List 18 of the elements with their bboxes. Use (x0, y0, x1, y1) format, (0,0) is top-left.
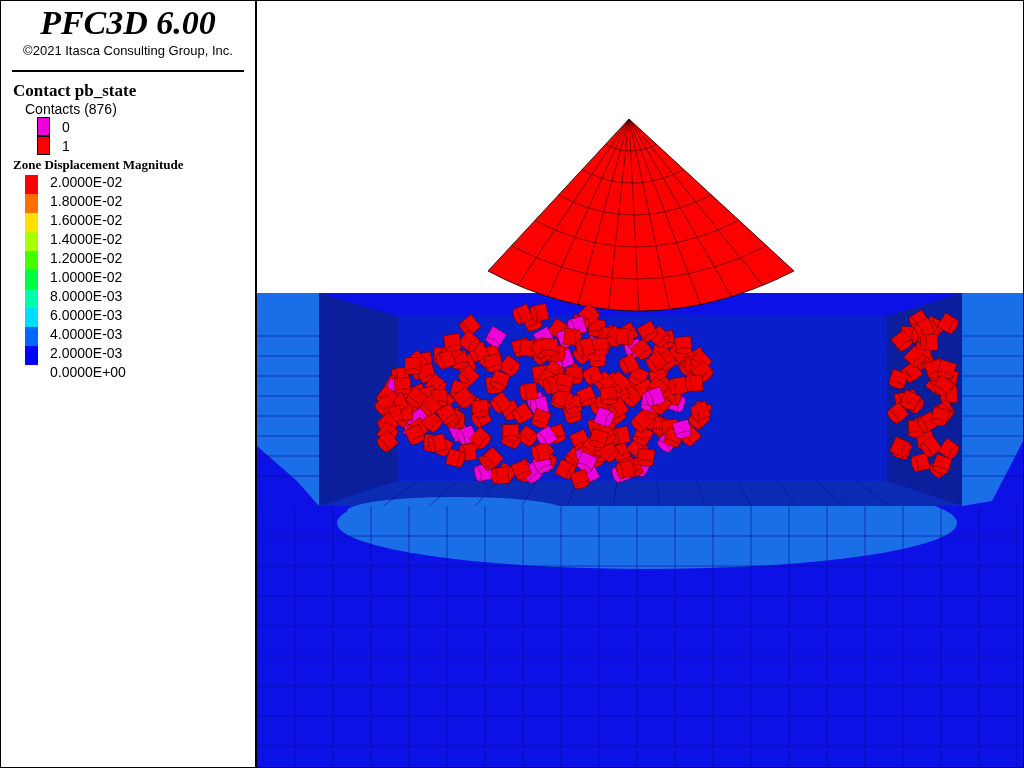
legend-title: Contact pb_state (13, 81, 137, 101)
legend-title: Zone Displacement Magnitude (13, 157, 184, 173)
legend-label: 0 (62, 118, 70, 135)
legend-value: 1.8000E-02 (50, 192, 124, 211)
legend-value: 1.2000E-02 (50, 249, 124, 268)
legend-value: 6.0000E-03 (50, 306, 124, 325)
legend-value: 1.6000E-02 (50, 211, 124, 230)
app-title: PFC3D 6.00 (40, 3, 216, 43)
legend-value: 0.0000E+00 (50, 363, 126, 382)
legend-value: 4.0000E-03 (50, 325, 124, 344)
legend-value: 1.0000E-02 (50, 268, 124, 287)
legend-value: 1.4000E-02 (50, 230, 124, 249)
legend-label: 1 (62, 137, 70, 154)
legend-value: 8.0000E-03 (50, 287, 124, 306)
legend-value: 2.0000E-02 (50, 173, 124, 192)
copyright-text: ©2021 Itasca Consulting Group, Inc. (23, 43, 233, 58)
legend-subtitle: Contacts (876) (25, 101, 117, 117)
legend-value: 2.0000E-03 (50, 344, 124, 363)
